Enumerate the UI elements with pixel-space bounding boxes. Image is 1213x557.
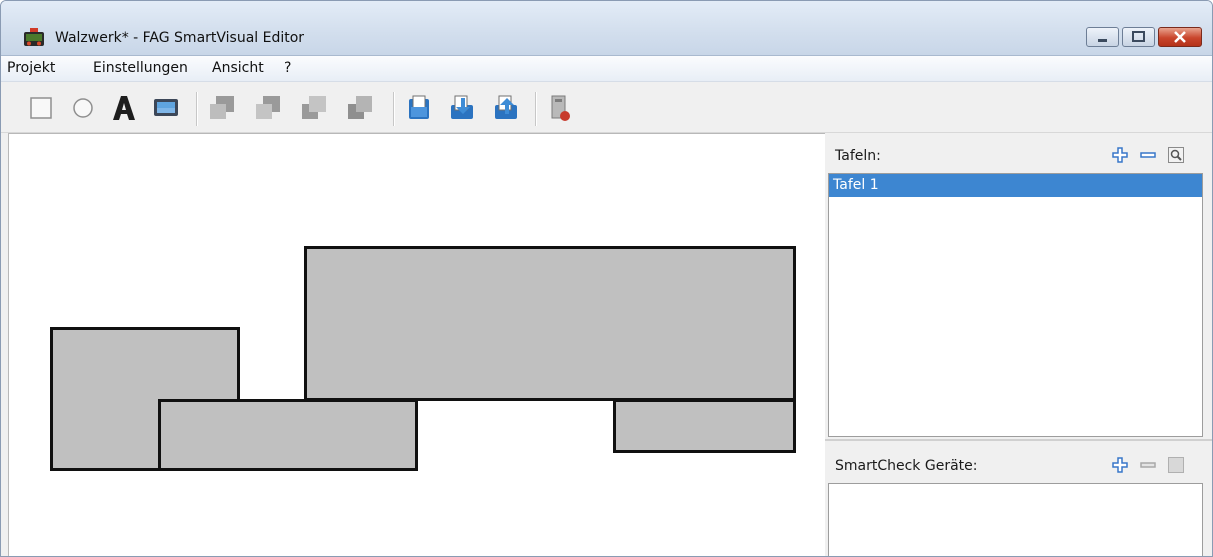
app-window: Walzwerk* - FAG SmartVisual Editor Proje… — [0, 0, 1213, 557]
maximize-button[interactable] — [1122, 27, 1155, 47]
bring-forward-icon[interactable] — [253, 93, 283, 123]
drawing-canvas[interactable] — [8, 133, 825, 556]
menu-ansicht[interactable]: Ansicht — [212, 60, 264, 76]
bring-to-front-icon[interactable] — [207, 93, 237, 123]
add-icon[interactable] — [1111, 146, 1129, 164]
edit-icon[interactable] — [1167, 146, 1185, 164]
maximize-icon — [1132, 31, 1145, 42]
image-tool-icon[interactable] — [151, 93, 181, 123]
canvas-rectangle[interactable] — [304, 246, 796, 401]
send-backward-icon[interactable] — [299, 93, 329, 123]
send-to-back-icon[interactable] — [345, 93, 375, 123]
menu-einstellungen[interactable]: Einstellungen — [93, 60, 188, 76]
menu-bar: Projekt Einstellungen Ansicht ? — [1, 56, 1212, 82]
remove-icon[interactable] — [1139, 146, 1157, 164]
export-icon[interactable] — [491, 93, 521, 123]
smartcheck-list[interactable] — [828, 483, 1203, 556]
menu-help[interactable]: ? — [284, 60, 291, 76]
rectangle-tool-icon[interactable] — [27, 93, 57, 123]
list-item[interactable]: Tafel 1 — [829, 174, 1202, 197]
canvas-rectangle[interactable] — [158, 399, 418, 471]
smartcheck-panel-header: SmartCheck Geräte: — [835, 453, 1207, 479]
canvas-rectangle[interactable] — [613, 399, 796, 453]
app-logo-icon — [24, 28, 44, 46]
smartcheck-label: SmartCheck Geräte: — [835, 458, 978, 474]
tafeln-list[interactable]: Tafel 1 — [828, 173, 1203, 437]
side-panel: Tafeln: Tafel 1 SmartCheck Geräte: — [825, 133, 1212, 556]
tafeln-label: Tafeln: — [835, 148, 881, 164]
tafeln-panel-header: Tafeln: — [835, 143, 1207, 169]
window-title: Walzwerk* - FAG SmartVisual Editor — [55, 30, 305, 46]
toolbar — [1, 82, 1212, 133]
toolbar-separator — [535, 92, 537, 126]
add-icon[interactable] — [1111, 456, 1129, 474]
text-tool-icon[interactable] — [109, 93, 139, 123]
open-project-icon[interactable] — [405, 93, 435, 123]
title-bar[interactable]: Walzwerk* - FAG SmartVisual Editor — [1, 1, 1212, 56]
toolbar-separator — [393, 92, 395, 126]
toolbar-separator — [196, 92, 198, 126]
device-config-icon[interactable] — [545, 93, 575, 123]
close-button[interactable] — [1158, 27, 1202, 47]
remove-icon[interactable] — [1139, 456, 1157, 474]
minimize-button[interactable] — [1086, 27, 1119, 47]
window-controls — [1083, 27, 1202, 49]
minimize-icon — [1098, 39, 1107, 42]
close-icon — [1174, 31, 1186, 43]
import-icon[interactable] — [447, 93, 477, 123]
ellipse-tool-icon[interactable] — [69, 93, 99, 123]
edit-icon[interactable] — [1167, 456, 1185, 474]
menu-projekt[interactable]: Projekt — [7, 60, 55, 76]
panel-splitter[interactable] — [825, 439, 1212, 441]
